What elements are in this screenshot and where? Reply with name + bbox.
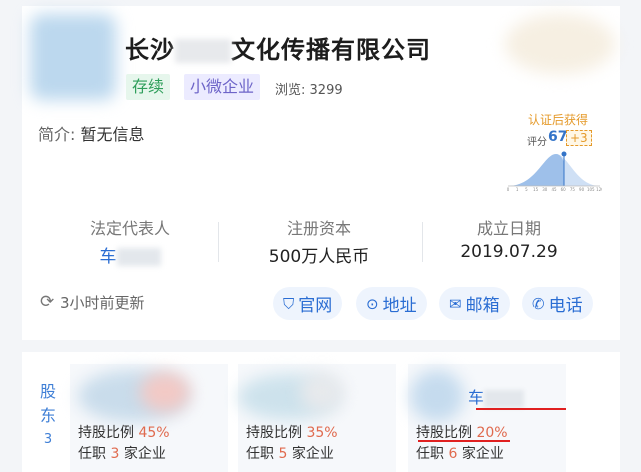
shareholders-tab[interactable]: 股 东 3 <box>38 380 58 452</box>
score-axis-tick: 15 <box>533 187 539 192</box>
score-badge-label[interactable]: 认证后获得 <box>528 111 588 128</box>
score-axis-tick: 30 <box>542 187 548 192</box>
view-count: 浏览: 3299 <box>275 83 343 98</box>
score-bonus: +3 <box>566 130 592 146</box>
phone-icon: ✆ <box>532 294 545 313</box>
score-axis-tick: 5 <box>525 187 528 192</box>
shareholding-ratio: 持股比例 20% <box>416 425 508 441</box>
score-distribution-chart: 015153045607590105120 <box>507 151 602 192</box>
decorative-blur <box>505 14 615 74</box>
annotation-underline <box>476 408 566 410</box>
shield-check-icon: ⛉ <box>283 294 295 313</box>
score-axis-tick: 105 <box>587 187 595 192</box>
registered-capital-value: 500万人民币 <box>268 247 370 267</box>
positions-count: 任职 6 家企业 <box>416 446 504 462</box>
founded-date-value: 2019.07.29 <box>460 242 558 262</box>
redacted-name <box>116 248 161 266</box>
redacted-name <box>484 389 525 408</box>
email-button[interactable]: ✉ 邮箱 <box>439 287 510 320</box>
website-button[interactable]: ⛉ 官网 <box>273 287 343 320</box>
address-button[interactable]: ⊙ 地址 <box>356 287 427 320</box>
avatar <box>300 372 344 412</box>
score-axis-tick: 60 <box>561 187 567 192</box>
update-time: 3小时前更新 <box>60 294 145 312</box>
location-pin-icon: ⊙ <box>366 294 379 313</box>
scale-badge: 小微企业 <box>184 74 261 100</box>
score-axis-tick: 1 <box>516 187 519 192</box>
registered-capital-label: 注册资本 <box>286 219 351 238</box>
status-badge: 存续 <box>126 74 171 100</box>
legal-rep-label: 法定代表人 <box>89 219 170 238</box>
score-axis-tick: 120 <box>596 187 602 192</box>
phone-button[interactable]: ✆ 电话 <box>522 287 593 320</box>
redacted-name-part <box>175 39 231 63</box>
legal-rep-value[interactable]: 车 <box>40 242 220 267</box>
score-axis-tick: 90 <box>579 187 585 192</box>
positions-count: 任职 5 家企业 <box>246 446 334 462</box>
refresh-icon[interactable]: ⟳ <box>40 292 54 312</box>
score-value: 67 <box>548 129 568 145</box>
avatar <box>140 372 190 412</box>
divider <box>218 222 219 262</box>
annotation-underline <box>418 440 510 442</box>
company-name: 长沙 文化传播有限公司 <box>125 36 431 64</box>
score-axis-tick: 0 <box>507 187 510 192</box>
company-intro: 简介: 暂无信息 <box>38 125 145 144</box>
mail-icon: ✉ <box>449 294 462 313</box>
avatar <box>410 370 464 422</box>
score-axis-tick: 75 <box>570 187 576 192</box>
shareholding-ratio: 持股比例 35% <box>246 425 338 441</box>
shareholder-name: 车 <box>468 384 525 408</box>
positions-count: 任职 3 家企业 <box>78 446 166 462</box>
shareholding-ratio: 持股比例 45% <box>78 425 170 441</box>
score-label: 评分 <box>527 137 547 148</box>
founded-date-label: 成立日期 <box>476 219 541 238</box>
company-logo <box>30 14 116 100</box>
score-axis-tick: 45 <box>551 187 557 192</box>
